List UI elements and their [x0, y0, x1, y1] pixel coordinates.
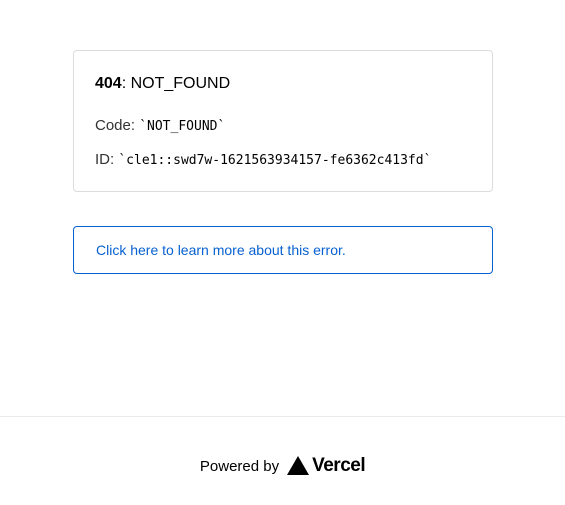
footer-divider [0, 416, 565, 417]
error-code-line: Code: `NOT_FOUND` [95, 116, 225, 137]
powered-by-label: Powered by [199, 457, 280, 475]
title-separator: : [121, 75, 127, 92]
vercel-wordmark: Vercel [312, 455, 366, 476]
error-id-line: ID: `cle1::swd7w-1621563934157-fe6362c41… [95, 150, 431, 171]
status-code: 404 [95, 75, 122, 92]
id-value: `cle1::swd7w-1621563934157-fe6362c413fd` [118, 153, 432, 168]
status-text: NOT_FOUND [130, 75, 231, 92]
footer: Powered by Vercel [0, 452, 565, 480]
error-page: 404: NOT_FOUND Code: `NOT_FOUND` ID: `cl… [0, 0, 565, 505]
error-card: 404: NOT_FOUND Code: `NOT_FOUND` ID: `cl… [73, 50, 493, 192]
code-label: Code: [95, 117, 136, 134]
error-title: 404: NOT_FOUND [95, 74, 230, 94]
learn-more-link[interactable]: Click here to learn more about this erro… [73, 226, 493, 274]
vercel-triangle-icon [287, 456, 310, 475]
id-label: ID: [95, 151, 115, 168]
vercel-logo-link[interactable]: Vercel [287, 455, 366, 477]
learn-more-label[interactable]: Click here to learn more about this erro… [96, 241, 346, 259]
code-value: `NOT_FOUND` [139, 119, 226, 134]
